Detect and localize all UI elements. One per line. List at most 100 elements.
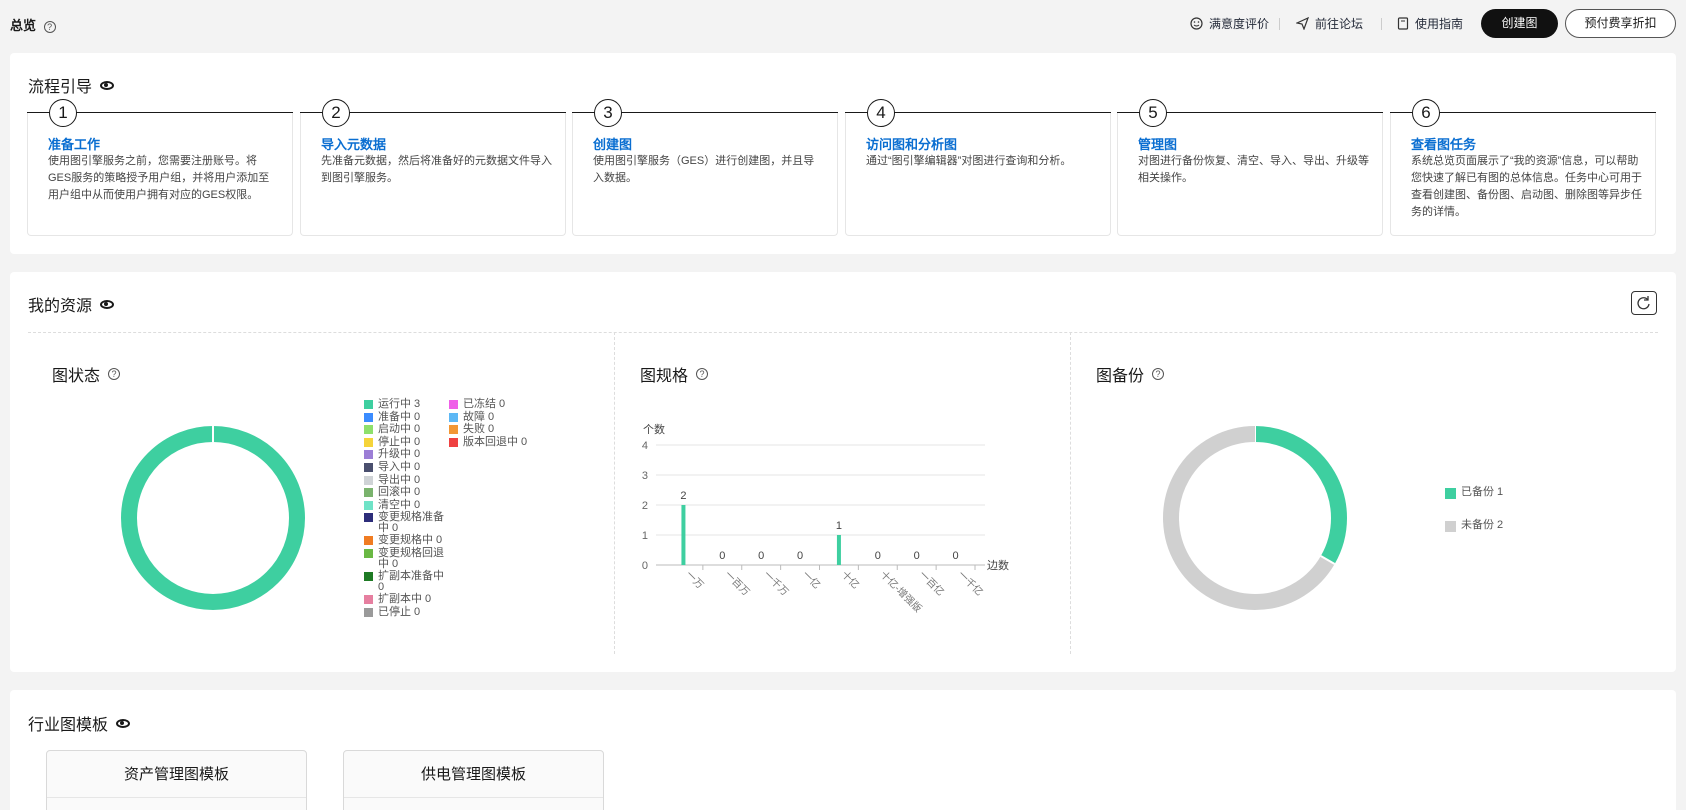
step-number: 1 [49, 99, 77, 127]
legend-swatch [364, 475, 373, 485]
eye-icon[interactable] [100, 299, 115, 309]
template-card-asset[interactable]: 资产管理图模板 [46, 750, 307, 810]
forum-link[interactable]: 前往论坛 [1296, 15, 1363, 32]
resources-title-text: 我的资源 [28, 298, 93, 315]
legend-item[interactable]: 清空中 0 [364, 498, 452, 511]
legend-swatch [364, 549, 373, 558]
legend-item[interactable]: 失败 0 [449, 424, 494, 435]
legend-label: 已冻结 0 [463, 398, 506, 410]
divider [1070, 332, 1071, 654]
spec-title: 图规格 ? [640, 362, 709, 386]
legend-item[interactable]: 已停止 0 [364, 605, 452, 618]
legend-item[interactable]: 变更规格中 0 [364, 535, 452, 546]
guide-label: 使用指南 [1415, 17, 1464, 31]
smile-icon [1190, 17, 1203, 30]
help-icon[interactable]: ? [696, 368, 709, 380]
bar-value-label: 0 [758, 550, 764, 562]
legend-swatch [364, 437, 373, 447]
status-title: 图状态 ? [52, 362, 121, 386]
legend-item[interactable]: 导出中 0 [364, 474, 452, 486]
create-graph-button[interactable]: 创建图 [1481, 9, 1558, 38]
legend-swatch [364, 536, 373, 546]
status-title-text: 图状态 [52, 368, 101, 385]
spec-title-text: 图规格 [640, 368, 689, 385]
page-title-text: 总览 [10, 18, 37, 33]
legend-item[interactable]: 变更规格准备中 0 [364, 512, 452, 534]
bar-value-label: 2 [680, 490, 686, 502]
legend-item[interactable]: 准备中 0 [364, 410, 452, 423]
step-title-link[interactable]: 准备工作 [48, 134, 100, 153]
legend-label: 变更规格中 0 [378, 534, 443, 547]
legend-label: 扩副本中 0 [378, 593, 432, 605]
backup-donut-slice [1254, 426, 1347, 564]
legend-swatch [364, 412, 373, 422]
legend-label: 已停止 0 [378, 605, 421, 618]
legend-label: 准备中 0 [378, 410, 421, 423]
step-title-link[interactable]: 访问图和分析图 [866, 134, 957, 153]
legend-item[interactable]: 变更规格回退中 0 [364, 548, 452, 570]
legend-label: 运行中 3 [378, 398, 421, 410]
status-donut-slice-running [121, 426, 305, 610]
x-tick-label: 十亿 [839, 568, 862, 591]
legend-item[interactable]: 启动中 0 [364, 424, 452, 435]
legend-label: 失败 0 [463, 423, 495, 436]
legend-swatch [364, 595, 373, 604]
step-description: 通过“图引擎编辑器”对图进行查询和分析。 [866, 155, 1072, 167]
help-icon[interactable]: ? [43, 21, 56, 33]
step-description: 使用图引擎服务之前，您需要注册账号。将GES服务的策略授予用户组，并将用户添加至… [48, 155, 270, 201]
y-tick-label: 4 [642, 440, 648, 452]
y-axis-label: 个数 [643, 423, 665, 436]
prepaid-discount-button[interactable]: 预付费享折扣 [1565, 9, 1676, 38]
step-description: 系统总览页面展示了“我的资源”信息，可以帮助您快速了解已有图的总体信息。任务中心… [1411, 155, 1642, 218]
legend-swatch [364, 425, 373, 435]
eye-icon[interactable] [100, 80, 115, 90]
bar [836, 535, 841, 565]
satisfaction-link[interactable]: 满意度评价 [1190, 15, 1269, 32]
backup-title-text: 图备份 [1096, 368, 1145, 385]
y-tick-label: 1 [642, 530, 648, 542]
legend-swatch [1445, 488, 1456, 499]
step-card [845, 112, 1111, 236]
legend-item[interactable]: 升级中 0 [364, 449, 452, 460]
spec-bar-chart: 01234个数边数2一万0一百万0一千万0一亿1十亿0十亿-增强版0一百亿0一千… [642, 423, 1009, 615]
y-tick-label: 0 [642, 560, 648, 572]
legend-item[interactable]: 未备份 2 [1445, 520, 1503, 532]
legend-item[interactable]: 停止中 0 [364, 436, 452, 448]
help-icon[interactable]: ? [108, 368, 121, 380]
bar-value-label: 0 [914, 550, 920, 562]
legend-item[interactable]: 版本回退中 0 [449, 436, 527, 448]
legend-label: 已备份 1 [1461, 486, 1504, 498]
satisfaction-label: 满意度评价 [1209, 17, 1270, 31]
step-title-link[interactable]: 查看图任务 [1411, 134, 1476, 153]
guide-link[interactable]: 使用指南 [1397, 15, 1463, 32]
bar-value-label: 0 [719, 550, 725, 562]
legend-item[interactable]: 故障 0 [449, 411, 494, 423]
legend-item[interactable]: 扩副本准备中 0 [364, 571, 452, 593]
legend-label: 回滚中 0 [378, 486, 421, 499]
template-card-power[interactable]: 供电管理图模板 [343, 750, 604, 810]
legend-item[interactable]: 导入中 0 [364, 462, 452, 473]
x-tick-label: 一千万 [761, 569, 791, 599]
legend-label: 清空中 0 [378, 498, 421, 511]
x-axis-label: 边数 [987, 559, 1009, 572]
help-icon[interactable]: ? [1152, 368, 1165, 380]
legend-label: 未备份 2 [1461, 519, 1504, 531]
legend-item[interactable]: 回滚中 0 [364, 487, 452, 498]
legend-item[interactable]: 已冻结 0 [449, 399, 505, 410]
legend-swatch [364, 607, 373, 617]
legend-item[interactable]: 已备份 1 [1445, 487, 1503, 499]
step-title-link[interactable]: 创建图 [593, 134, 632, 153]
template-card-title: 供电管理图模板 [344, 751, 603, 798]
legend-item[interactable]: 扩副本中 0 [364, 594, 452, 605]
x-tick-label: 一百亿 [917, 568, 947, 598]
eye-icon[interactable] [116, 718, 131, 728]
step-title-link[interactable]: 管理图 [1138, 134, 1177, 153]
templates-title-text: 行业图模板 [28, 717, 109, 734]
step-title-link[interactable]: 导入元数据 [321, 134, 386, 153]
step-description: 先准备元数据，然后将准备好的元数据文件导入到图引擎服务。 [321, 155, 552, 184]
legend-item[interactable]: 运行中 3 [364, 399, 452, 410]
legend-swatch [364, 463, 373, 472]
y-tick-label: 2 [642, 500, 648, 512]
refresh-button[interactable] [1631, 291, 1657, 315]
step-number: 3 [594, 99, 622, 127]
